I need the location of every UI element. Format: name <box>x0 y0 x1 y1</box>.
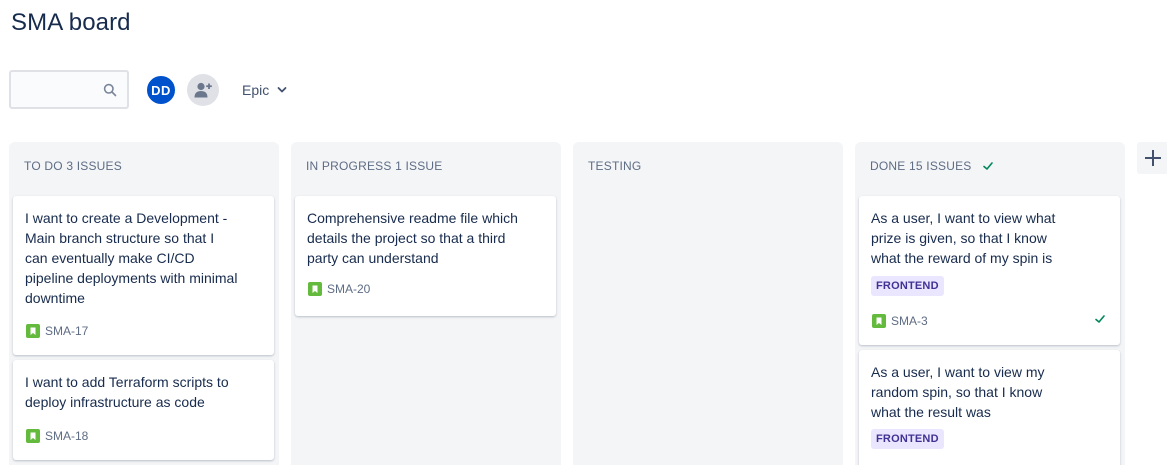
column-header-label: DONE 15 ISSUES <box>870 159 972 173</box>
issue-card[interactable]: Comprehensive readme file which details … <box>295 196 556 316</box>
check-icon <box>982 162 993 170</box>
search-input[interactable] <box>9 70 129 109</box>
column-header-label: TO DO 3 ISSUES <box>24 159 122 173</box>
column-header-label: TESTING <box>588 159 642 173</box>
column-header: DONE 15 ISSUES <box>870 159 994 173</box>
card-footer: SMA-20 <box>308 282 370 296</box>
epic-filter-dropdown[interactable]: Epic <box>234 77 295 103</box>
issue-card[interactable]: I want to create a Development - Main br… <box>13 196 274 355</box>
card-summary: Comprehensive readme file which details … <box>307 210 518 266</box>
add-column-button[interactable] <box>1137 142 1167 174</box>
plus-icon <box>1145 150 1161 166</box>
avatar[interactable]: DD <box>145 74 177 106</box>
column-todo: TO DO 3 ISSUES I want to create a Develo… <box>9 142 279 465</box>
card-footer: SMA-18 <box>26 429 88 443</box>
epic-filter-label: Epic <box>242 82 270 98</box>
story-icon <box>26 324 40 338</box>
card-summary: I want to add Terraform scripts to deplo… <box>25 374 229 410</box>
issue-card[interactable]: As a user, I want to view what prize is … <box>859 196 1120 345</box>
add-user-icon <box>194 82 212 98</box>
issue-key[interactable]: SMA-18 <box>45 429 88 443</box>
epic-label: FRONTEND <box>871 276 944 296</box>
card-summary: I want to create a Development - Main br… <box>25 210 238 306</box>
card-footer: SMA-3 <box>872 314 928 328</box>
card-summary: As a user, I want to view my random spin… <box>871 364 1045 420</box>
page-title: SMA board <box>11 9 131 36</box>
column-header: TO DO 3 ISSUES <box>24 159 122 173</box>
issue-key[interactable]: SMA-3 <box>891 314 928 328</box>
issue-card[interactable]: I want to add Terraform scripts to deplo… <box>13 360 274 460</box>
column-header: TESTING <box>588 159 641 173</box>
issue-key[interactable]: SMA-17 <box>45 324 88 338</box>
issue-card[interactable]: As a user, I want to view my random spin… <box>859 350 1120 465</box>
card-footer: SMA-17 <box>26 324 88 338</box>
story-icon <box>308 282 322 296</box>
column-testing: TESTING <box>573 142 843 465</box>
story-icon <box>26 429 40 443</box>
story-icon <box>872 314 886 328</box>
column-done: DONE 15 ISSUES As a user, I want to view… <box>855 142 1125 465</box>
check-icon <box>1095 315 1105 323</box>
column-header: IN PROGRESS 1 ISSUE <box>306 159 443 173</box>
epic-label: FRONTEND <box>871 429 944 449</box>
column-in-progress: IN PROGRESS 1 ISSUE Comprehensive readme… <box>291 142 561 465</box>
card-summary: As a user, I want to view what prize is … <box>871 210 1056 266</box>
chevron-down-icon <box>277 87 287 93</box>
add-people-button[interactable] <box>187 74 219 106</box>
issue-key[interactable]: SMA-20 <box>327 282 370 296</box>
column-header-label: IN PROGRESS 1 ISSUE <box>306 159 443 173</box>
search-icon <box>103 83 117 97</box>
